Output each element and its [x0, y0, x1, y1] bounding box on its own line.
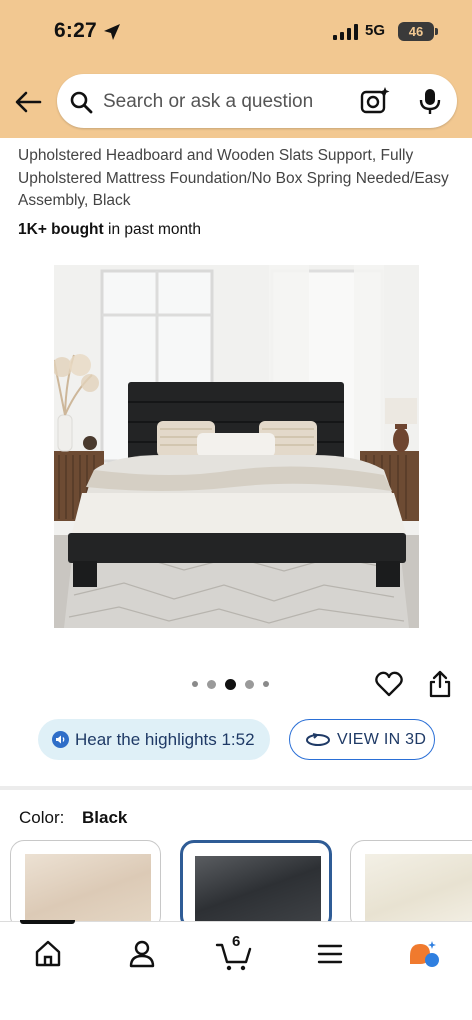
carousel-dot[interactable] — [192, 681, 198, 687]
bought-in-past-month: 1K+ bought in past month — [18, 221, 201, 239]
search-bar[interactable] — [57, 74, 457, 128]
carousel-dots[interactable] — [192, 678, 269, 690]
fabric-sample-image — [25, 854, 151, 929]
location-arrow-icon — [104, 24, 120, 40]
color-swatch-black-selected[interactable] — [180, 840, 332, 930]
bought-suffix: in past month — [103, 221, 202, 238]
account-icon[interactable] — [122, 936, 162, 972]
status-bar: 6:27 5G 46 — [0, 0, 472, 62]
status-time: 6:27 — [54, 19, 97, 42]
camera-search-icon[interactable] — [360, 86, 390, 116]
fabric-sample-image — [195, 856, 321, 927]
home-icon[interactable] — [28, 936, 68, 972]
carousel-dot-active[interactable] — [225, 678, 236, 690]
menu-icon[interactable] — [310, 936, 350, 972]
bottom-navigation: 6 — [0, 920, 472, 1020]
rotate-3d-icon — [306, 732, 330, 746]
color-swatch-cream[interactable] — [350, 840, 472, 930]
bought-count: 1K+ bought — [18, 221, 104, 238]
battery-cap — [435, 28, 438, 35]
carousel-dot[interactable] — [245, 679, 254, 689]
share-icon[interactable] — [428, 670, 452, 698]
rufus-ai-icon[interactable] — [404, 936, 444, 972]
heart-icon[interactable] — [375, 670, 403, 698]
battery-indicator: 46 — [398, 22, 434, 41]
network-type: 5G — [365, 22, 386, 39]
carousel-dot[interactable] — [207, 679, 216, 689]
section-divider — [0, 786, 472, 790]
product-title[interactable]: Upholstered Headboard and Wooden Slats S… — [18, 145, 463, 213]
search-icon — [70, 91, 93, 114]
cart-count: 6 — [232, 933, 241, 950]
color-selected-value: Black — [82, 808, 128, 827]
app-header: 6:27 5G 46 — [0, 0, 472, 138]
search-input[interactable] — [103, 90, 333, 114]
view-in-3d-button[interactable]: VIEW IN 3D — [289, 719, 435, 760]
color-label: Color: — [19, 808, 65, 827]
nav-active-indicator — [20, 920, 75, 924]
cart-button[interactable]: 6 — [214, 933, 254, 972]
product-image[interactable] — [54, 265, 419, 628]
color-swatch-beige[interactable] — [10, 840, 161, 930]
fabric-sample-image — [365, 854, 472, 929]
microphone-icon[interactable] — [417, 87, 443, 115]
hear-highlights-label: Hear the highlights 1:52 — [75, 729, 255, 749]
back-arrow-icon[interactable] — [12, 86, 44, 118]
carousel-dot[interactable] — [263, 681, 269, 687]
speaker-icon — [52, 731, 69, 748]
hear-highlights-button[interactable]: Hear the highlights 1:52 — [38, 719, 270, 760]
bed-illustration — [54, 265, 419, 628]
view-in-3d-label: VIEW IN 3D — [337, 730, 427, 748]
signal-bars-icon — [333, 24, 358, 40]
